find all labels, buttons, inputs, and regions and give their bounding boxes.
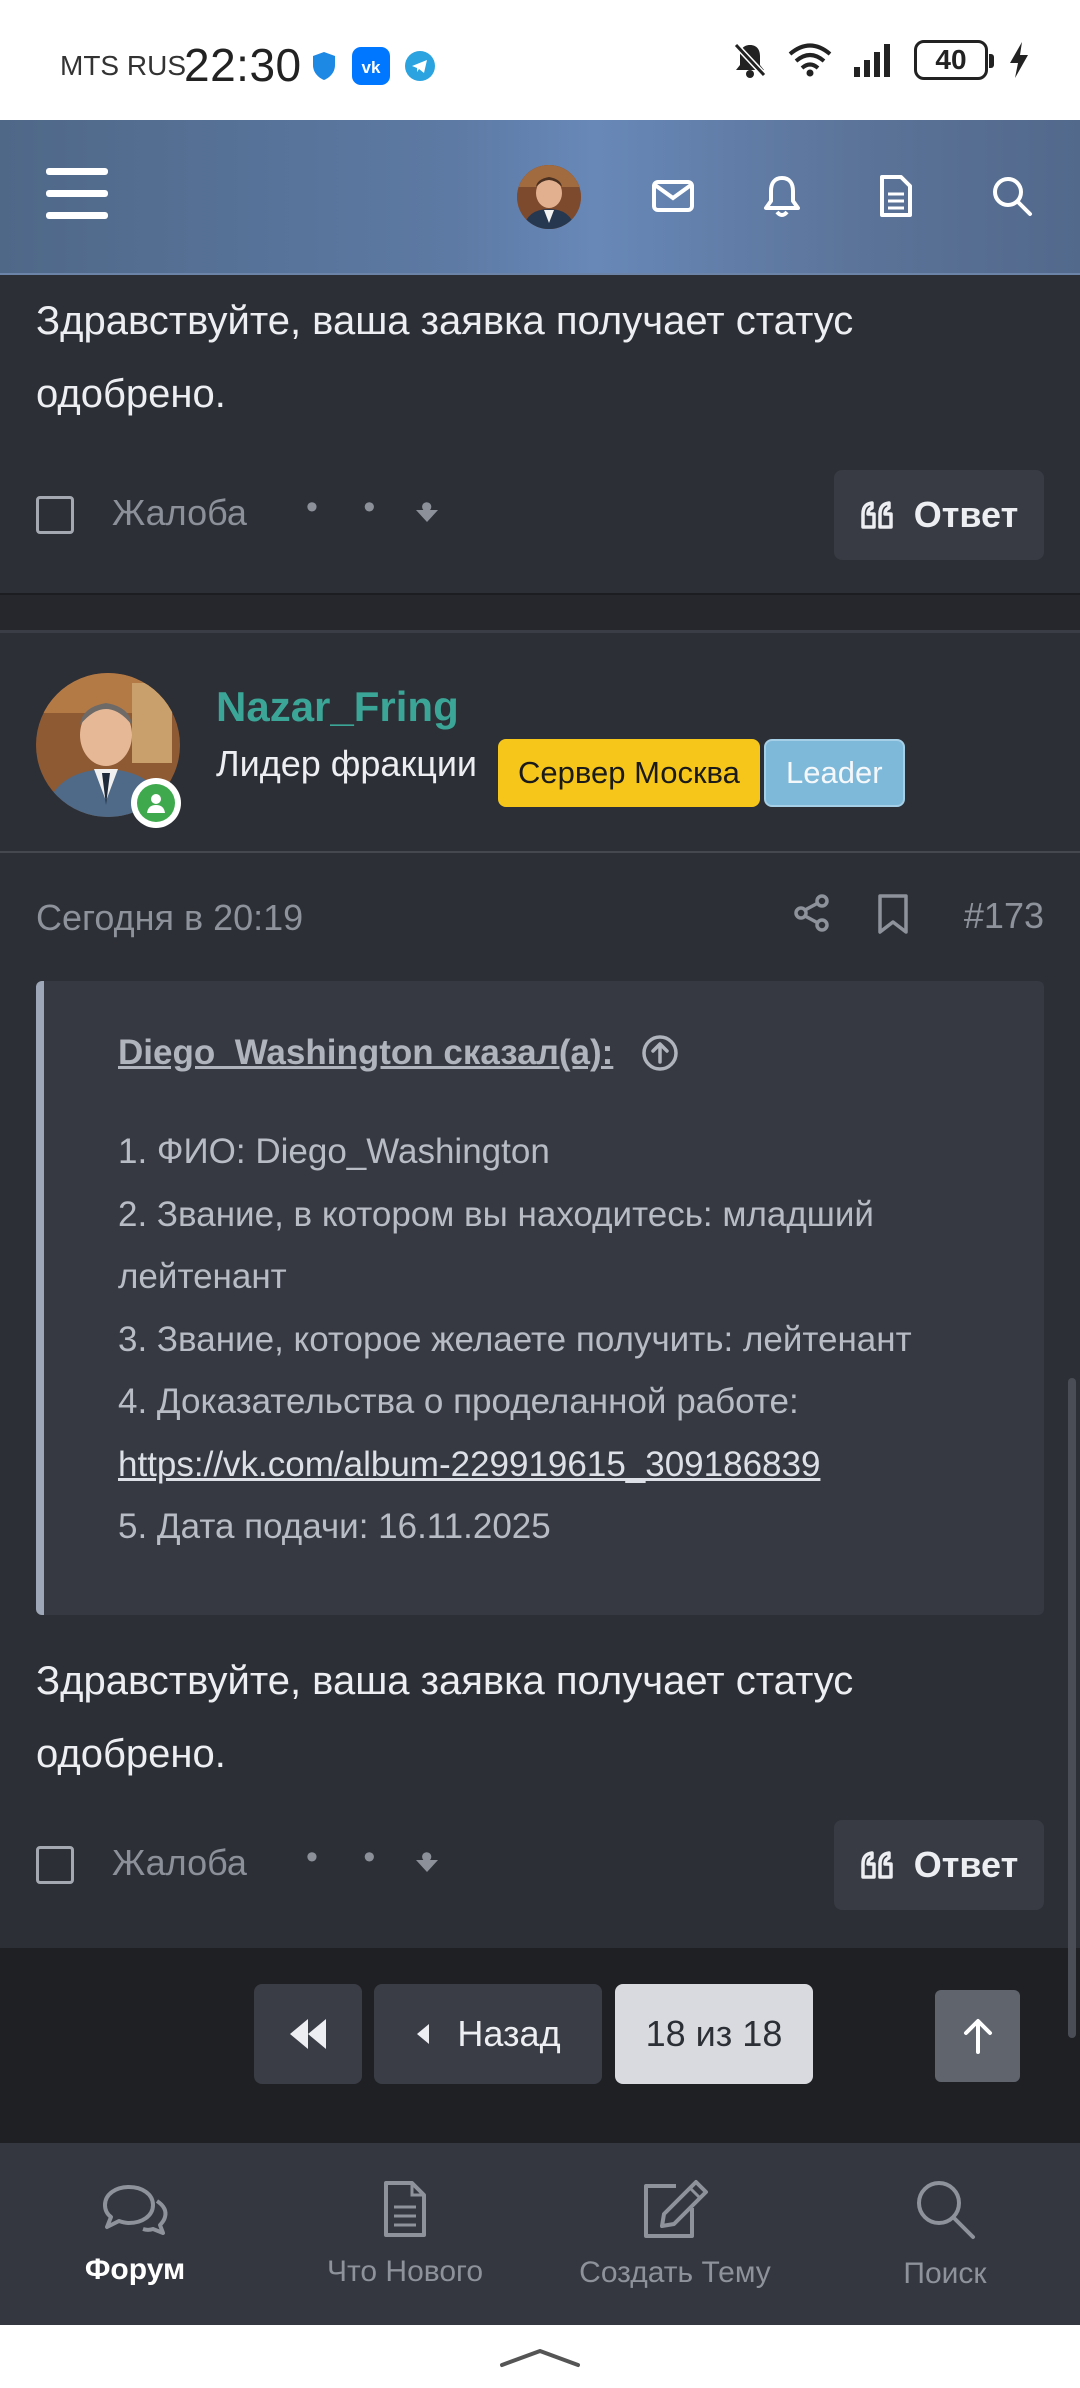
scrollbar[interactable] xyxy=(1068,1378,1076,2038)
charging-icon xyxy=(1008,41,1030,79)
shield-icon xyxy=(310,50,338,82)
scroll-top-button[interactable] xyxy=(935,1990,1020,2082)
search-button[interactable] xyxy=(982,166,1042,226)
reply-label: Ответ xyxy=(913,494,1019,535)
online-status-icon xyxy=(131,778,181,828)
search-icon xyxy=(917,2181,975,2239)
notification-icons: vk xyxy=(310,47,436,85)
nav-label: Поиск xyxy=(903,2257,987,2290)
nav-label: Создать Тему xyxy=(579,2256,771,2289)
nav-create-thread[interactable]: Создать Тему xyxy=(540,2143,810,2325)
bookmark-icon[interactable] xyxy=(876,893,910,935)
quote-block: Diego_Washington сказал(а): 1. ФИО: Dieg… xyxy=(36,981,1044,1615)
post-body: Здравствуйте, ваша заявка получает стату… xyxy=(36,299,854,416)
pagination: Назад 18 из 18 xyxy=(0,1948,1080,2143)
mute-bell-icon xyxy=(732,41,768,79)
search-icon xyxy=(993,177,1032,216)
post-actions: Жалоба • • • Ответ xyxy=(36,470,1044,560)
quote-icon xyxy=(861,1851,893,1879)
inbox-button[interactable] xyxy=(643,166,703,226)
prev-page-button[interactable]: Назад xyxy=(374,1984,602,2084)
post-date[interactable]: Сегодня в 20:19 xyxy=(36,897,303,939)
quote-line: 5. Дата подачи: 16.11.2025 xyxy=(118,1507,551,1546)
clock: 22:30 xyxy=(184,39,302,91)
prev-page-label: Назад xyxy=(457,2013,561,2054)
chevron-up-icon xyxy=(500,2349,580,2367)
chevron-down-icon[interactable] xyxy=(416,510,438,522)
wifi-icon xyxy=(788,43,832,77)
nav-whats-new[interactable]: Что Нового xyxy=(270,2143,540,2325)
complaint-link[interactable]: Жалоба xyxy=(112,492,247,534)
telegram-icon xyxy=(404,50,436,82)
status-bar: MTS RUS 22:30 vk 40 xyxy=(0,0,1080,120)
forum-icon xyxy=(103,2185,168,2235)
vk-icon: vk xyxy=(352,47,390,85)
arrow-up-icon xyxy=(963,2019,992,2054)
chevron-down-icon[interactable] xyxy=(416,1860,438,1872)
post-body: Здравствуйте, ваша заявка получает стату… xyxy=(36,1659,854,1776)
document-icon xyxy=(880,175,912,217)
nav-search[interactable]: Поиск xyxy=(810,2143,1080,2325)
select-checkbox[interactable] xyxy=(36,496,74,534)
quote-line: 3. Звание, которое желаете получить: лей… xyxy=(118,1319,912,1359)
role-badge: Leader xyxy=(764,739,905,807)
quote-content: 1. ФИО: Diego_Washington 2. Звание, в ко… xyxy=(118,1121,1018,1559)
quote-author-link[interactable]: Diego_Washington сказал(а): xyxy=(118,1033,613,1073)
nav-forum[interactable]: Форум xyxy=(0,2143,270,2325)
post-173: Сегодня в 20:19 #173 Diego_Washington ск… xyxy=(0,853,1080,1948)
quote-line: 4. Доказательства о проделанной работе: xyxy=(118,1382,799,1421)
post-separator xyxy=(0,595,1080,633)
gesture-bar[interactable] xyxy=(0,2325,1080,2388)
user-avatar[interactable] xyxy=(517,165,581,229)
reply-button[interactable]: Ответ xyxy=(834,470,1044,560)
double-chevron-left-icon xyxy=(290,2019,326,2049)
system-icons: 40 xyxy=(732,40,1030,80)
reply-label: Ответ xyxy=(913,1844,1019,1885)
author-username[interactable]: Nazar_Fring xyxy=(216,683,459,731)
signal-icon xyxy=(852,43,894,77)
edit-icon xyxy=(644,2180,708,2238)
whats-new-button[interactable] xyxy=(866,166,926,226)
post-author: Nazar_Fring Лидер фракции Сервер Москва … xyxy=(0,633,1080,853)
svg-text:vk: vk xyxy=(362,58,381,77)
arrow-up-circle-icon[interactable] xyxy=(640,1033,680,1073)
complaint-link[interactable]: Жалоба xyxy=(112,1842,247,1884)
album-link[interactable]: https://vk.com/album-229919615_309186839 xyxy=(118,1445,820,1484)
server-badge: Сервер Москва xyxy=(498,739,760,807)
author-title: Лидер фракции xyxy=(216,743,478,784)
share-icon[interactable] xyxy=(792,893,832,933)
bottom-nav: Форум Что Нового Создать Тему Поиск xyxy=(0,2143,1080,2325)
bell-icon xyxy=(764,176,800,217)
battery-indicator: 40 xyxy=(914,40,994,80)
menu-button[interactable] xyxy=(46,168,108,220)
post-number[interactable]: #173 xyxy=(964,895,1044,937)
quote-line: 2. Звание, в котором вы находитесь: млад… xyxy=(118,1194,874,1297)
post-actions: Жалоба • • • Ответ xyxy=(36,1820,1044,1910)
caret-left-icon xyxy=(417,2024,430,2044)
alerts-button[interactable] xyxy=(752,166,812,226)
forum-header xyxy=(0,120,1080,275)
select-checkbox[interactable] xyxy=(36,1846,74,1884)
document-icon xyxy=(384,2181,426,2237)
nav-label: Что Нового xyxy=(326,2255,484,2288)
quote-line: 1. ФИО: Diego_Washington xyxy=(118,1132,550,1171)
reply-button[interactable]: Ответ xyxy=(834,1820,1044,1910)
envelope-icon xyxy=(652,180,694,212)
nav-label: Форум xyxy=(84,2253,186,2286)
carrier-label: MTS RUS xyxy=(60,50,186,81)
quote-icon xyxy=(861,501,893,529)
page-indicator[interactable]: 18 из 18 xyxy=(615,1984,813,2084)
first-page-button[interactable] xyxy=(254,1984,362,2084)
previous-post: Здравствуйте, ваша заявка получает стату… xyxy=(0,275,1080,595)
